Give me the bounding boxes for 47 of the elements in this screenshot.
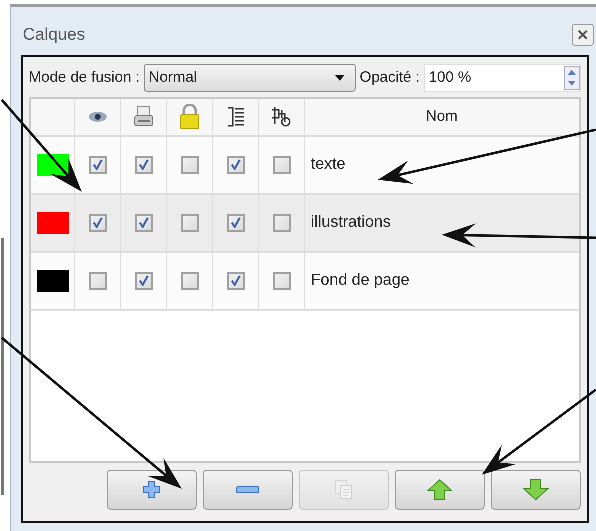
layer-name: illustrations [311, 213, 392, 233]
checkbox[interactable] [226, 214, 244, 232]
checkbox[interactable] [272, 156, 290, 174]
checkbox[interactable] [88, 214, 106, 232]
eye-icon [88, 111, 108, 123]
checkbox[interactable] [180, 272, 198, 290]
column-header: Nom [426, 106, 458, 127]
up-button[interactable] [395, 470, 485, 510]
layer-row[interactable]: texte [31, 137, 579, 195]
layer-color-swatch[interactable] [36, 212, 68, 234]
checkbox[interactable] [88, 156, 106, 174]
blend-mode-dropdown[interactable]: Normal [144, 64, 356, 92]
close-icon [578, 30, 588, 40]
layer-color-swatch[interactable] [36, 270, 68, 292]
minus-icon [236, 486, 260, 494]
panel-title: Calques [23, 24, 86, 46]
down-button[interactable] [491, 470, 581, 510]
up-arrow-icon [427, 479, 453, 501]
dropdown-caret-icon [334, 75, 345, 81]
add-button[interactable] [107, 470, 197, 510]
layer-row[interactable]: Fond de page [31, 253, 579, 311]
remove-button[interactable] [203, 470, 293, 510]
checkbox[interactable] [226, 272, 244, 290]
checkbox[interactable] [88, 272, 106, 290]
plus-icon [143, 481, 161, 499]
lock-icon [180, 104, 200, 130]
copy-icon [335, 480, 353, 500]
opacity-field[interactable]: 100 % [424, 64, 581, 92]
link-icon [270, 106, 292, 128]
blend-mode-label: Mode de fusion : [29, 68, 140, 88]
checkbox[interactable] [134, 272, 152, 290]
layer-row[interactable]: illustrations [31, 195, 579, 253]
checkbox[interactable] [272, 272, 290, 290]
checkbox[interactable] [180, 214, 198, 232]
checkbox[interactable] [134, 156, 152, 174]
close-button[interactable] [572, 24, 594, 46]
opacity-label: Opacité : [360, 68, 420, 88]
checkbox[interactable] [180, 156, 198, 174]
printer-icon [132, 106, 154, 128]
down-arrow-icon [523, 479, 549, 501]
checkbox[interactable] [272, 214, 290, 232]
checkbox[interactable] [134, 214, 152, 232]
layer-name: Fond de page [311, 271, 410, 291]
spinner-arrows-icon[interactable] [564, 66, 580, 90]
checkbox[interactable] [226, 156, 244, 174]
list-icon [226, 106, 244, 128]
layer-name: texte [311, 155, 346, 175]
